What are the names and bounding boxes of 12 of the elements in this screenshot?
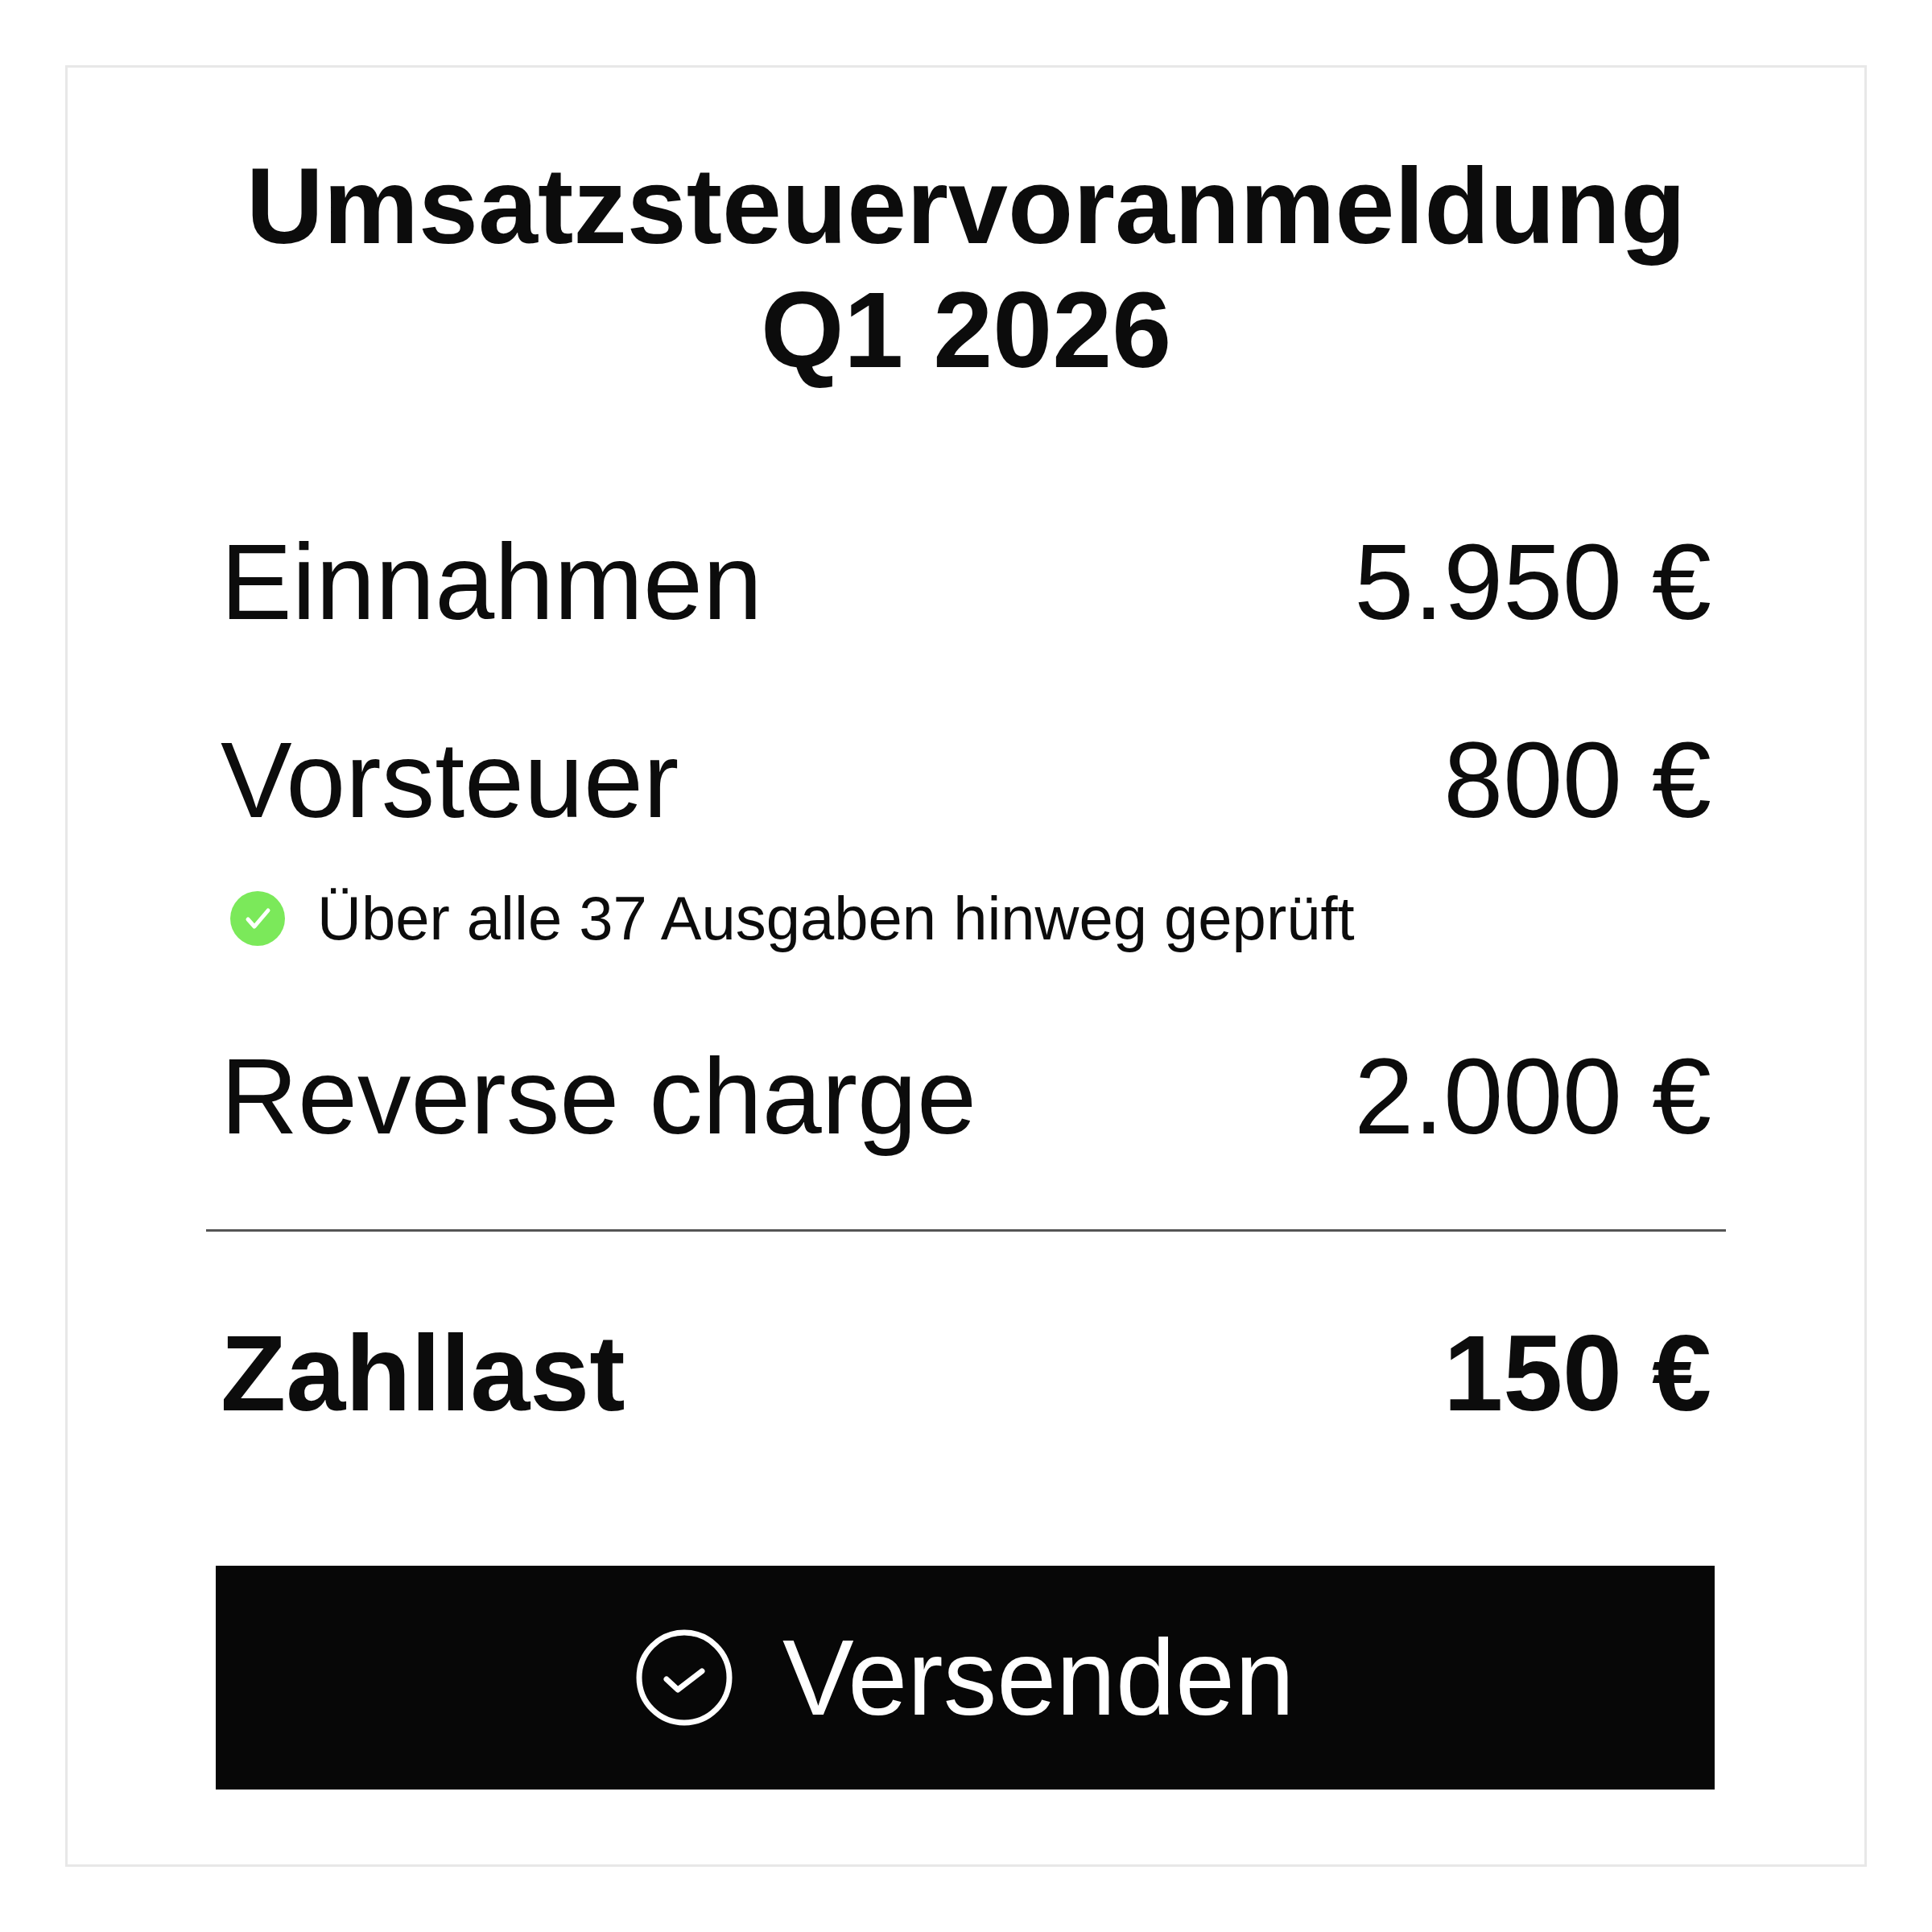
row-label: Einnahmen (221, 522, 762, 643)
check-circle-icon (636, 1629, 733, 1726)
form-title: Umsatzsteuervoranmeldung Q1 2026 (245, 146, 1687, 391)
row-label: Vorsteuer (221, 720, 679, 841)
row-amount: 5.950 € (1354, 522, 1711, 643)
send-button[interactable]: Versenden (216, 1566, 1715, 1790)
row-amount: 800 € (1443, 720, 1711, 841)
total-amount: 150 € (1443, 1313, 1711, 1435)
note-text: Über alle 37 Ausgaben hinweg geprüft (317, 883, 1355, 954)
row-amount: 2.000 € (1354, 1036, 1711, 1158)
row-label: Reverse charge (221, 1036, 976, 1158)
total-label: Zahllast (221, 1313, 625, 1435)
